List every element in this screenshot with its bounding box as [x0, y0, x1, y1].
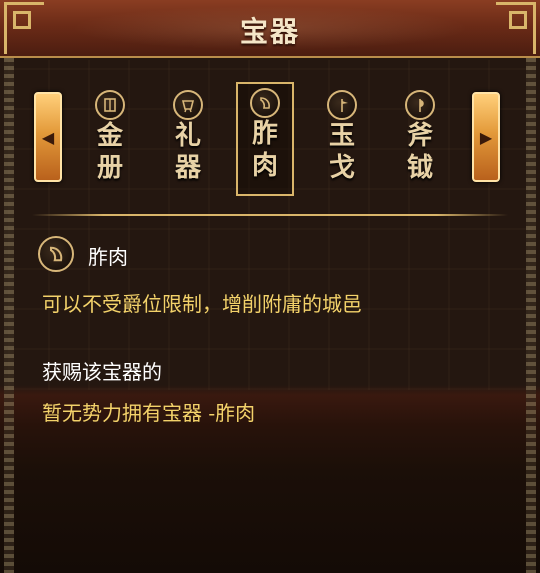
item-label-jince: 金册 — [96, 121, 123, 183]
chevron-left-icon: ◀ — [41, 127, 55, 147]
item-label-zuorou: 胙肉 — [251, 119, 278, 181]
treasure-item-zuorou[interactable]: 胙肉 — [236, 82, 294, 196]
divider — [32, 214, 508, 216]
book-icon — [95, 90, 125, 120]
next-button[interactable]: ▶ — [472, 92, 500, 182]
holders-title: 获赐该宝器的 — [42, 360, 162, 384]
item-label-fuyue: 斧钺 — [406, 121, 433, 183]
treasure-panel: 宝器 ◀ 金册 礼器 胙肉 玉戈 斧 钺 ▶ 胙肉 可以不受爵位限制，增削附庸的… — [0, 0, 540, 573]
vessel-icon — [173, 90, 203, 120]
treasure-item-fuyue[interactable]: 斧钺 — [392, 88, 448, 192]
frame-left — [4, 58, 14, 573]
item-label-yuge: 玉戈 — [328, 121, 355, 183]
title-bar: 宝器 — [0, 0, 540, 58]
treasure-item-jince[interactable]: 金册 — [82, 88, 138, 192]
meat-icon — [38, 236, 74, 272]
prev-button[interactable]: ◀ — [34, 92, 62, 182]
dagger-axe-icon — [327, 90, 357, 120]
panel-title: 宝器 — [239, 15, 300, 48]
meat-icon — [250, 88, 280, 118]
frame-right — [526, 58, 536, 573]
treasure-item-yuge[interactable]: 玉戈 — [314, 88, 370, 192]
item-label-liqi: 礼器 — [174, 121, 201, 183]
axe-icon — [405, 90, 435, 120]
chevron-right-icon: ▶ — [479, 127, 493, 147]
treasure-item-liqi[interactable]: 礼器 — [160, 88, 216, 192]
treasure-detail-name: 胙肉 — [88, 245, 128, 269]
holders-text: 暂无势力拥有宝器 -胙肉 — [42, 401, 256, 425]
treasure-description: 可以不受爵位限制，增削附庸的城邑 — [42, 292, 362, 316]
